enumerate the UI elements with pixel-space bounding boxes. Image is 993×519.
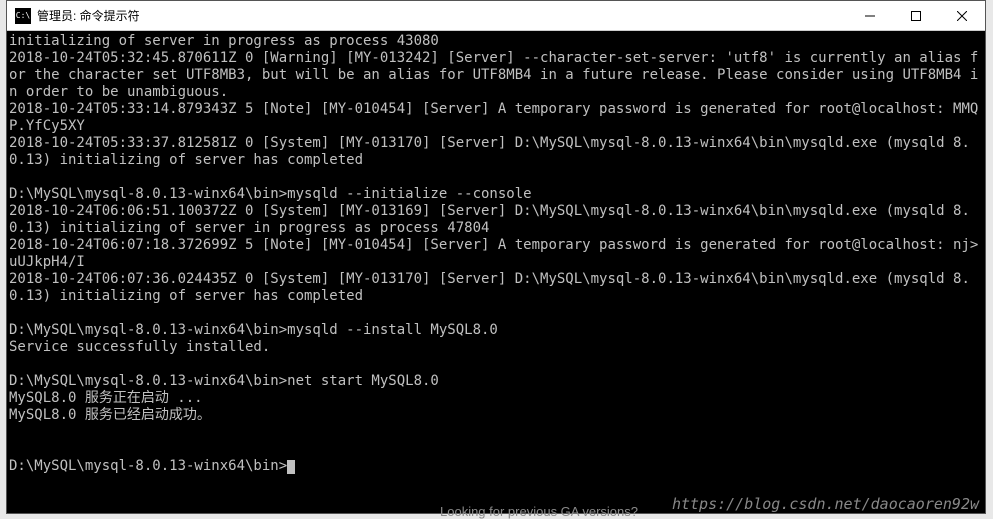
background-page-text: Looking for previous GA versions? bbox=[440, 504, 638, 519]
minimize-button[interactable] bbox=[847, 1, 893, 30]
console-line: initializing of server in progress as pr… bbox=[9, 33, 985, 50]
console-line bbox=[9, 424, 985, 441]
window-title: 管理员: 命令提示符 bbox=[37, 7, 847, 24]
console-output[interactable]: initializing of server in progress as pr… bbox=[7, 31, 985, 513]
console-line: 2018-10-24T05:33:37.812581Z 0 [System] [… bbox=[9, 135, 985, 169]
console-line: D:\MySQL\mysql-8.0.13-winx64\bin>mysqld … bbox=[9, 186, 985, 203]
close-icon bbox=[957, 11, 967, 21]
minimize-icon bbox=[865, 11, 875, 21]
console-line bbox=[9, 169, 985, 186]
titlebar[interactable]: C:\ 管理员: 命令提示符 bbox=[7, 1, 985, 31]
cursor bbox=[287, 460, 295, 474]
console-line: 2018-10-24T06:06:51.100372Z 0 [System] [… bbox=[9, 203, 985, 237]
console-line: 2018-10-24T05:33:14.879343Z 5 [Note] [MY… bbox=[9, 101, 985, 135]
console-line: MySQL8.0 服务正在启动 ... bbox=[9, 390, 985, 407]
console-line: D:\MySQL\mysql-8.0.13-winx64\bin> bbox=[9, 458, 985, 475]
maximize-button[interactable] bbox=[893, 1, 939, 30]
console-line bbox=[9, 441, 985, 458]
console-line: D:\MySQL\mysql-8.0.13-winx64\bin>mysqld … bbox=[9, 322, 985, 339]
close-button[interactable] bbox=[939, 1, 985, 30]
console-line: D:\MySQL\mysql-8.0.13-winx64\bin>net sta… bbox=[9, 373, 985, 390]
console-line: 2018-10-24T06:07:36.024435Z 0 [System] [… bbox=[9, 271, 985, 305]
console-line bbox=[9, 356, 985, 373]
console-line: Service successfully installed. bbox=[9, 339, 985, 356]
window-controls bbox=[847, 1, 985, 30]
command-prompt-window: C:\ 管理员: 命令提示符 initializing of server in… bbox=[6, 0, 986, 514]
maximize-icon bbox=[911, 11, 921, 21]
console-line: 2018-10-24T06:07:18.372699Z 5 [Note] [MY… bbox=[9, 237, 985, 271]
console-line: MySQL8.0 服务已经启动成功。 bbox=[9, 407, 985, 424]
app-icon: C:\ bbox=[15, 8, 31, 24]
console-line: 2018-10-24T05:32:45.870611Z 0 [Warning] … bbox=[9, 50, 985, 101]
console-line bbox=[9, 305, 985, 322]
